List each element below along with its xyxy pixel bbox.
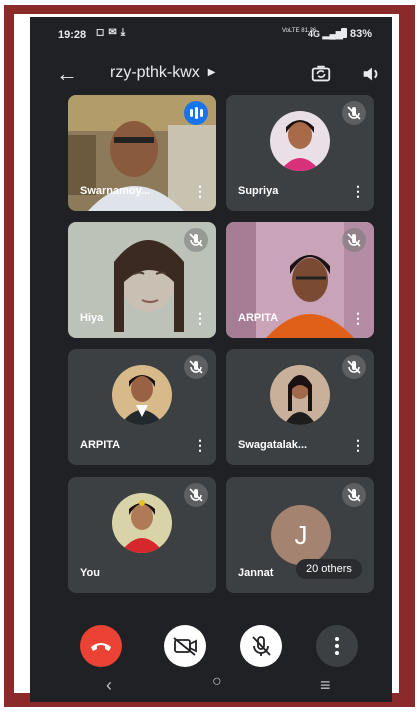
more-options-icon[interactable]: ⋮ <box>192 308 208 328</box>
nav-menu-icon[interactable]: ≡ <box>320 675 331 696</box>
participant-name: You <box>80 567 100 579</box>
back-arrow-icon[interactable]: ← <box>56 61 78 87</box>
end-call-button[interactable] <box>80 625 122 667</box>
participant-tile[interactable]: Swarnamoy... ⋮ <box>68 95 216 211</box>
participant-name: Jannat <box>238 567 274 579</box>
mic-off-icon <box>342 101 366 125</box>
others-count-chip[interactable]: 20 others <box>296 559 362 579</box>
more-options-icon[interactable]: ⋮ <box>192 435 208 455</box>
mic-off-icon <box>184 483 208 507</box>
end-call-icon <box>91 643 111 651</box>
status-time: 19:28 <box>58 29 87 41</box>
mic-off-icon <box>342 355 366 379</box>
mic-off-icon <box>342 483 366 507</box>
signal-indicator: 4G ▂▄▆ <box>308 29 343 40</box>
chevron-right-icon: ▶ <box>207 67 216 78</box>
signal-text: 4G <box>308 29 321 39</box>
self-tile[interactable]: You <box>68 477 216 593</box>
participant-name: Hiya <box>80 312 104 324</box>
more-options-icon[interactable]: ⋮ <box>350 308 366 328</box>
notification-icons: ◻✉⤓ <box>96 27 129 38</box>
letter-avatar: J <box>271 505 331 565</box>
more-vert-icon <box>335 637 339 655</box>
avatar <box>270 111 330 171</box>
speaking-indicator-icon <box>184 101 208 125</box>
participant-name: Supriya <box>238 185 279 197</box>
participant-tile[interactable]: Hiya ⋮ <box>68 222 216 338</box>
battery-percent: 83% <box>350 28 373 40</box>
participant-tile[interactable]: Swagatalak... ⋮ <box>226 349 374 465</box>
battery-indicator: 83% <box>341 28 372 40</box>
status-bar: 19:28 ◻✉⤓ VoLTE 81.36 4G ▂▄▆ 83% <box>30 17 392 53</box>
more-options-icon[interactable]: ⋮ <box>192 181 208 201</box>
more-options-button[interactable] <box>316 625 358 667</box>
mail-icon: ✉ <box>108 27 121 38</box>
mic-toggle-button[interactable] <box>240 625 282 667</box>
participant-tile[interactable]: Supriya ⋮ <box>226 95 374 211</box>
system-nav-bar: ‹ ○ ≡ <box>30 671 392 701</box>
mic-off-icon <box>184 228 208 252</box>
meeting-code: rzy-pthk-kwx <box>110 64 200 81</box>
mic-off-icon <box>252 636 271 656</box>
participant-tile[interactable]: J Jannat 20 others <box>226 477 374 593</box>
avatar <box>112 493 172 553</box>
camera-toggle-button[interactable] <box>164 625 206 667</box>
camera-off-icon <box>173 637 197 656</box>
participant-tile[interactable]: ARPITA ⋮ <box>68 349 216 465</box>
participant-name: Swagatalak... <box>238 439 308 451</box>
avatar <box>112 365 172 425</box>
signal-icon: ▂▄▆ <box>322 29 343 39</box>
cast-icon: ◻ <box>96 27 109 38</box>
switch-camera-icon[interactable] <box>310 63 332 85</box>
battery-icon <box>341 28 347 38</box>
nav-back-icon[interactable]: ‹ <box>106 675 112 696</box>
speaker-icon[interactable] <box>360 63 382 85</box>
mic-off-icon <box>342 228 366 252</box>
more-options-icon[interactable]: ⋮ <box>350 435 366 455</box>
more-options-icon[interactable]: ⋮ <box>350 181 366 201</box>
participant-name: ARPITA <box>80 439 121 451</box>
mic-off-icon <box>184 355 208 379</box>
participant-tile[interactable]: ARPITA ⋮ <box>226 222 374 338</box>
participant-name: Swarnamoy... <box>80 185 151 197</box>
phone-screen: 19:28 ◻✉⤓ VoLTE 81.36 4G ▂▄▆ 83% ← rzy-p… <box>30 17 392 702</box>
avatar <box>270 365 330 425</box>
download-icon: ⤓ <box>120 27 130 38</box>
nav-home-icon[interactable]: ○ <box>212 673 222 691</box>
participant-name: ARPITA <box>238 312 279 324</box>
meeting-code-button[interactable]: rzy-pthk-kwx ▶ <box>110 64 215 82</box>
meeting-header: ← rzy-pthk-kwx ▶ <box>30 61 392 97</box>
